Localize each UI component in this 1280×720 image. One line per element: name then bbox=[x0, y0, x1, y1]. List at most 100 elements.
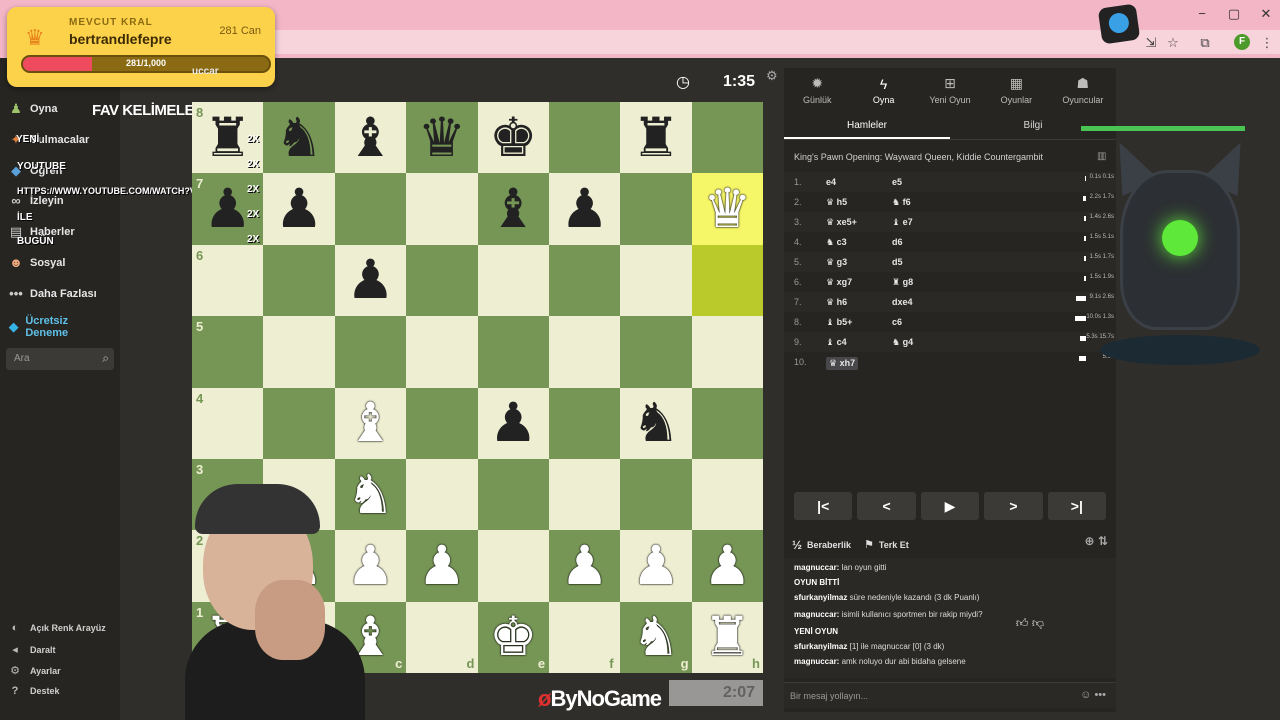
black-queen-piece[interactable]: ♛ bbox=[418, 111, 466, 165]
tab-daily[interactable]: ✹ Günlük bbox=[784, 68, 850, 112]
square-h6[interactable] bbox=[691, 244, 764, 317]
top-player-name[interactable]: uccar bbox=[192, 66, 219, 77]
square-f4[interactable] bbox=[548, 387, 621, 459]
black-knight-piece[interactable]: ♞ bbox=[275, 111, 323, 165]
square-g5[interactable] bbox=[620, 316, 692, 388]
square-h4[interactable] bbox=[691, 387, 764, 459]
white-king-piece[interactable]: ♚ bbox=[489, 610, 537, 664]
sidebar-item-social[interactable]: ☻ Sosyal bbox=[8, 252, 65, 274]
square-d2[interactable]: ♟ bbox=[406, 530, 478, 602]
search-icon[interactable]: ⌕ bbox=[102, 351, 109, 366]
black-king-piece[interactable]: ♚ bbox=[489, 111, 537, 165]
tab-play[interactable]: ϟ Oyna bbox=[850, 68, 916, 112]
square-g8[interactable]: ♜ bbox=[620, 102, 692, 174]
browser-menu-icon[interactable]: ⋮ bbox=[1258, 34, 1276, 52]
square-c7[interactable] bbox=[334, 173, 407, 245]
white-move[interactable]: ♛ h5 bbox=[826, 197, 847, 208]
profile-avatar[interactable]: F bbox=[1234, 34, 1250, 50]
square-h7[interactable]: ♛ bbox=[691, 173, 764, 245]
square-d8[interactable]: ♛ bbox=[406, 102, 478, 174]
flip-board-icon[interactable]: ⇅ bbox=[1098, 534, 1108, 548]
square-c6[interactable]: ♟ bbox=[334, 244, 407, 317]
tab-games[interactable]: ▦ Oyunlar bbox=[983, 68, 1049, 112]
white-bishop-piece[interactable]: ♝ bbox=[346, 396, 394, 450]
white-move[interactable]: ♝ c4 bbox=[826, 337, 847, 348]
thumbs-up-icon[interactable]: 👍︎ bbox=[1016, 616, 1029, 630]
white-pawn-piece[interactable]: ♟ bbox=[418, 539, 466, 593]
tab-players[interactable]: ☗ Oyuncular bbox=[1050, 68, 1116, 112]
black-move[interactable]: d6 bbox=[892, 237, 903, 247]
tab-moves[interactable]: Hamleler bbox=[784, 114, 950, 139]
white-pawn-piece[interactable]: ♟ bbox=[632, 539, 680, 593]
square-h2[interactable]: ♟ bbox=[691, 530, 764, 602]
black-bishop-piece[interactable]: ♝ bbox=[346, 111, 394, 165]
square-b6[interactable] bbox=[263, 244, 335, 317]
black-bishop-piece[interactable]: ♝ bbox=[489, 182, 537, 236]
thumbs-down-icon[interactable]: 👎︎ bbox=[1032, 616, 1044, 630]
square-e4[interactable]: ♟ bbox=[477, 387, 549, 459]
square-d7[interactable] bbox=[406, 173, 478, 245]
black-move[interactable]: e5 bbox=[892, 177, 902, 187]
resign-button[interactable]: ⚑ Terk Et bbox=[864, 538, 909, 551]
square-e6[interactable] bbox=[477, 244, 549, 317]
white-rook-piece[interactable]: ♜ bbox=[703, 610, 751, 664]
square-c8[interactable]: ♝ bbox=[334, 102, 407, 174]
black-move[interactable]: dxe4 bbox=[892, 297, 913, 307]
search-input[interactable]: Ara ⌕ bbox=[6, 348, 114, 370]
emoji-icon[interactable]: ☺ ••• bbox=[1080, 689, 1106, 701]
black-pawn-piece[interactable]: ♟ bbox=[489, 396, 537, 450]
black-move[interactable]: ♜ g8 bbox=[892, 277, 913, 288]
square-c5[interactable] bbox=[334, 316, 407, 388]
square-h3[interactable] bbox=[691, 458, 764, 531]
draw-button[interactable]: ½ Beraberlik bbox=[792, 538, 851, 552]
square-f3[interactable] bbox=[548, 458, 621, 531]
square-g7[interactable] bbox=[620, 173, 692, 245]
square-f5[interactable] bbox=[548, 316, 621, 388]
square-d3[interactable] bbox=[406, 458, 478, 531]
square-e3[interactable] bbox=[477, 458, 549, 531]
white-move[interactable]: ♛ xg7 bbox=[826, 277, 852, 288]
white-knight-piece[interactable]: ♞ bbox=[632, 610, 680, 664]
play-button[interactable]: ▶ bbox=[920, 492, 980, 520]
board-settings-icon[interactable]: ⚙ bbox=[766, 68, 778, 84]
square-g2[interactable]: ♟ bbox=[620, 530, 692, 602]
black-pawn-piece[interactable]: ♟ bbox=[203, 182, 251, 236]
white-pawn-piece[interactable]: ♟ bbox=[560, 539, 608, 593]
close-icon[interactable]: ✕ bbox=[1256, 6, 1276, 22]
black-pawn-piece[interactable]: ♟ bbox=[275, 182, 323, 236]
square-g3[interactable] bbox=[620, 458, 692, 531]
square-f7[interactable]: ♟ bbox=[548, 173, 621, 245]
square-b4[interactable] bbox=[263, 387, 335, 459]
maximize-icon[interactable]: ▢ bbox=[1224, 6, 1244, 22]
black-knight-piece[interactable]: ♞ bbox=[632, 396, 680, 450]
square-f2[interactable]: ♟ bbox=[548, 530, 621, 602]
black-rook-piece[interactable]: ♜ bbox=[203, 111, 251, 165]
square-b5[interactable] bbox=[263, 316, 335, 388]
white-move[interactable]: ♛ h6 bbox=[826, 297, 847, 308]
white-move[interactable]: e4 bbox=[826, 177, 836, 187]
black-move[interactable]: ♞ f6 bbox=[892, 197, 911, 208]
sidebar-item-play[interactable]: ♟ Oyna bbox=[8, 98, 57, 120]
sidebar-item-more[interactable]: ••• Daha Fazlası bbox=[8, 283, 96, 305]
share-icon[interactable]: ⊕ bbox=[1085, 534, 1095, 548]
white-move[interactable]: ♞ c3 bbox=[826, 237, 847, 248]
black-move[interactable]: c6 bbox=[892, 317, 902, 327]
black-pawn-piece[interactable]: ♟ bbox=[560, 182, 608, 236]
previous-move-button[interactable]: < bbox=[857, 492, 916, 520]
square-b8[interactable]: ♞ bbox=[263, 102, 335, 174]
settings-button[interactable]: ⚙ Ayarlar bbox=[8, 664, 61, 677]
chat-input[interactable]: Bir mesaj yollayın... ☺ ••• bbox=[784, 682, 1116, 708]
extensions-icon[interactable]: ⧉ bbox=[1196, 34, 1214, 52]
square-g4[interactable]: ♞ bbox=[620, 387, 692, 459]
square-e7[interactable]: ♝ bbox=[477, 173, 549, 245]
light-theme-toggle[interactable]: ◐ Açık Renk Arayüz bbox=[8, 622, 106, 634]
square-e8[interactable]: ♚ bbox=[477, 102, 549, 174]
square-d6[interactable] bbox=[406, 244, 478, 317]
black-rook-piece[interactable]: ♜ bbox=[632, 111, 680, 165]
square-d5[interactable] bbox=[406, 316, 478, 388]
white-move[interactable]: ♝ b5+ bbox=[826, 317, 852, 328]
square-c4[interactable]: ♝ bbox=[334, 387, 407, 459]
white-move[interactable]: ♛ xh7 bbox=[826, 357, 859, 370]
black-move[interactable]: d5 bbox=[892, 257, 903, 267]
white-queen-piece[interactable]: ♛ bbox=[703, 182, 751, 236]
